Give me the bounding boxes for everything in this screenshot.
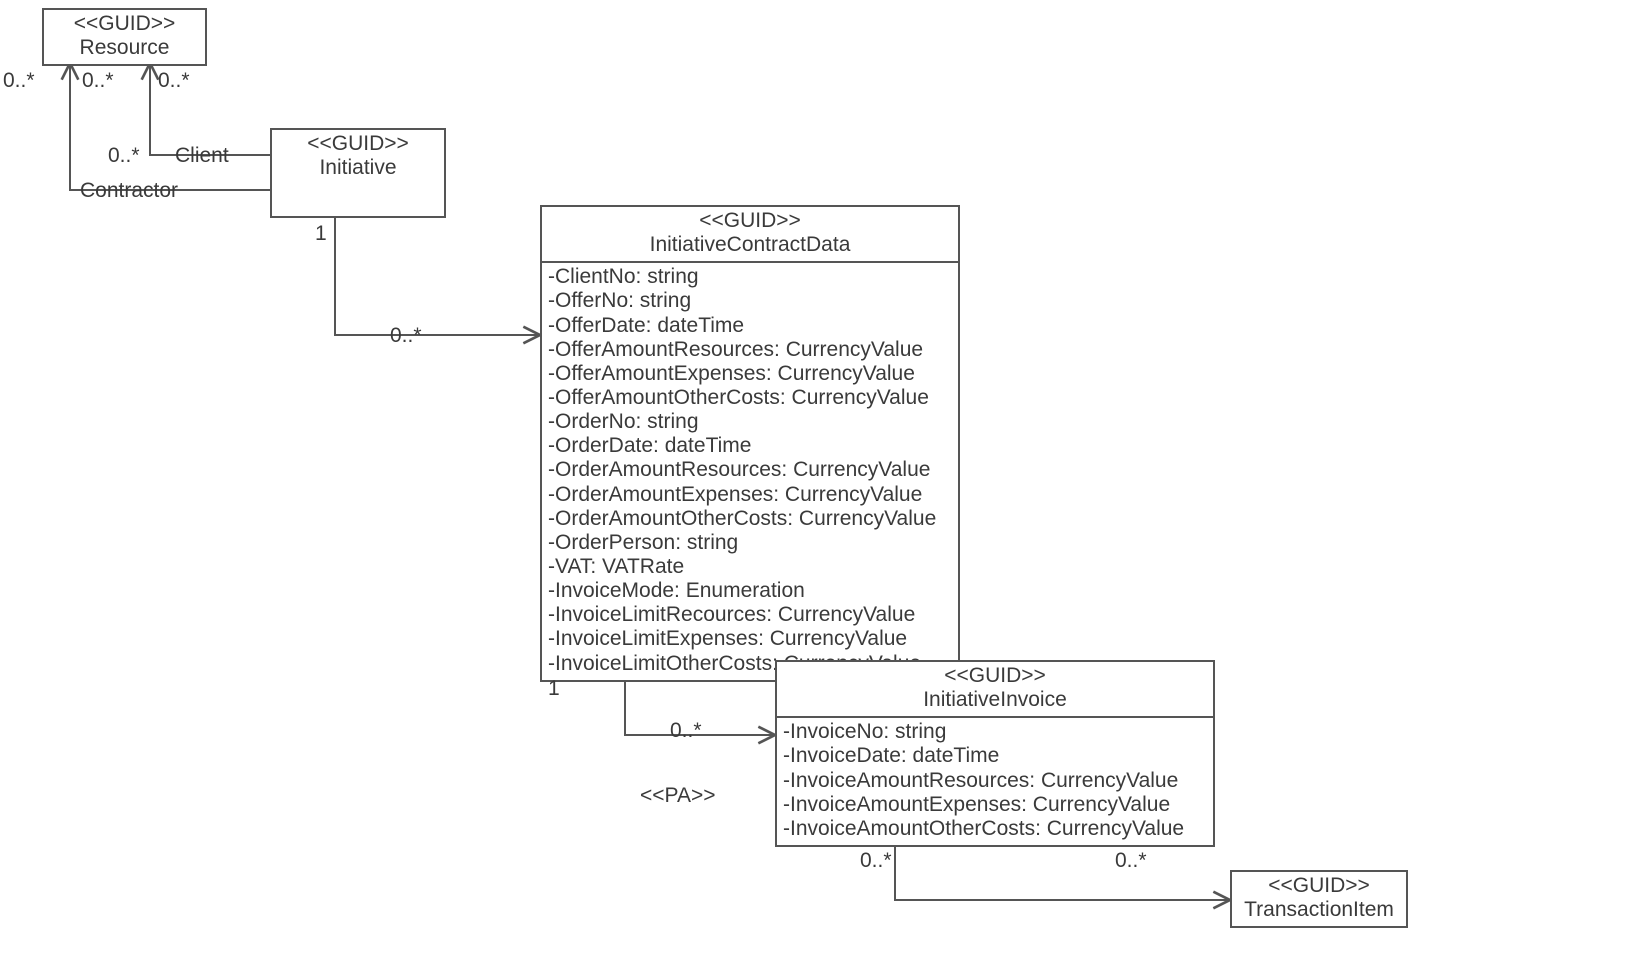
assoc-initiative-contractdata: [335, 218, 540, 335]
stereotype-label: <<PA>>: [640, 785, 716, 806]
multiplicity: 1: [315, 223, 327, 244]
attr: -ClientNo: string: [548, 265, 952, 289]
role-label: Client: [175, 145, 229, 166]
attr: -OrderNo: string: [548, 410, 952, 434]
attr: -InvoiceAmountResources: CurrencyValue: [783, 769, 1207, 793]
multiplicity: 0..*: [158, 70, 190, 91]
attr: -OfferDate: dateTime: [548, 314, 952, 338]
attr: -OfferAmountOtherCosts: CurrencyValue: [548, 386, 952, 410]
role-label: Contractor: [80, 180, 178, 201]
multiplicity: 0..*: [670, 720, 702, 741]
attr: -OfferAmountExpenses: CurrencyValue: [548, 362, 952, 386]
multiplicity: 0..*: [108, 145, 140, 166]
class-name: Initiative: [278, 156, 438, 180]
class-resource: <<GUID>> Resource: [42, 8, 207, 66]
attr: -OrderDate: dateTime: [548, 434, 952, 458]
stereotype: <<GUID>>: [548, 209, 952, 233]
multiplicity: 0..*: [82, 70, 114, 91]
attr: -InvoiceLimitRecources: CurrencyValue: [548, 603, 952, 627]
attr: -InvoiceNo: string: [783, 720, 1207, 744]
multiplicity: 0..*: [1115, 850, 1147, 871]
attr: -VAT: VATRate: [548, 555, 952, 579]
multiplicity: 0..*: [390, 325, 422, 346]
attr: -OrderPerson: string: [548, 531, 952, 555]
attr: -OrderAmountResources: CurrencyValue: [548, 458, 952, 482]
class-initiative: <<GUID>> Initiative: [270, 128, 446, 218]
stereotype: <<GUID>>: [278, 132, 438, 156]
attributes: -InvoiceNo: string -InvoiceDate: dateTim…: [777, 718, 1213, 845]
multiplicity: 0..*: [3, 70, 35, 91]
attr: -InvoiceDate: dateTime: [783, 744, 1207, 768]
class-name: InitiativeContractData: [548, 233, 952, 257]
class-initiative-invoice: <<GUID>> InitiativeInvoice -InvoiceNo: s…: [775, 660, 1215, 847]
class-name: TransactionItem: [1238, 898, 1400, 922]
attr: -InvoiceAmountOtherCosts: CurrencyValue: [783, 817, 1207, 841]
assoc-invoice-transactionitem: [895, 840, 1230, 900]
class-name: Resource: [50, 36, 199, 60]
multiplicity: 1: [548, 678, 560, 699]
class-transaction-item: <<GUID>> TransactionItem: [1230, 870, 1408, 928]
class-initiative-contract-data: <<GUID>> InitiativeContractData -ClientN…: [540, 205, 960, 682]
attr: -InvoiceMode: Enumeration: [548, 579, 952, 603]
attr: -OfferAmountResources: CurrencyValue: [548, 338, 952, 362]
stereotype: <<GUID>>: [50, 12, 199, 36]
attributes: -ClientNo: string -OfferNo: string -Offe…: [542, 263, 958, 679]
class-name: InitiativeInvoice: [783, 688, 1207, 712]
uml-diagram: <<GUID>> Resource <<GUID>> Initiative <<…: [0, 0, 1645, 977]
stereotype: <<GUID>>: [1238, 874, 1400, 898]
attr: -OfferNo: string: [548, 289, 952, 313]
multiplicity: 0..*: [860, 850, 892, 871]
attr: -OrderAmountOtherCosts: CurrencyValue: [548, 507, 952, 531]
stereotype: <<GUID>>: [783, 664, 1207, 688]
attr: -InvoiceAmountExpenses: CurrencyValue: [783, 793, 1207, 817]
attr: -OrderAmountExpenses: CurrencyValue: [548, 483, 952, 507]
attr: -InvoiceLimitExpenses: CurrencyValue: [548, 627, 952, 651]
